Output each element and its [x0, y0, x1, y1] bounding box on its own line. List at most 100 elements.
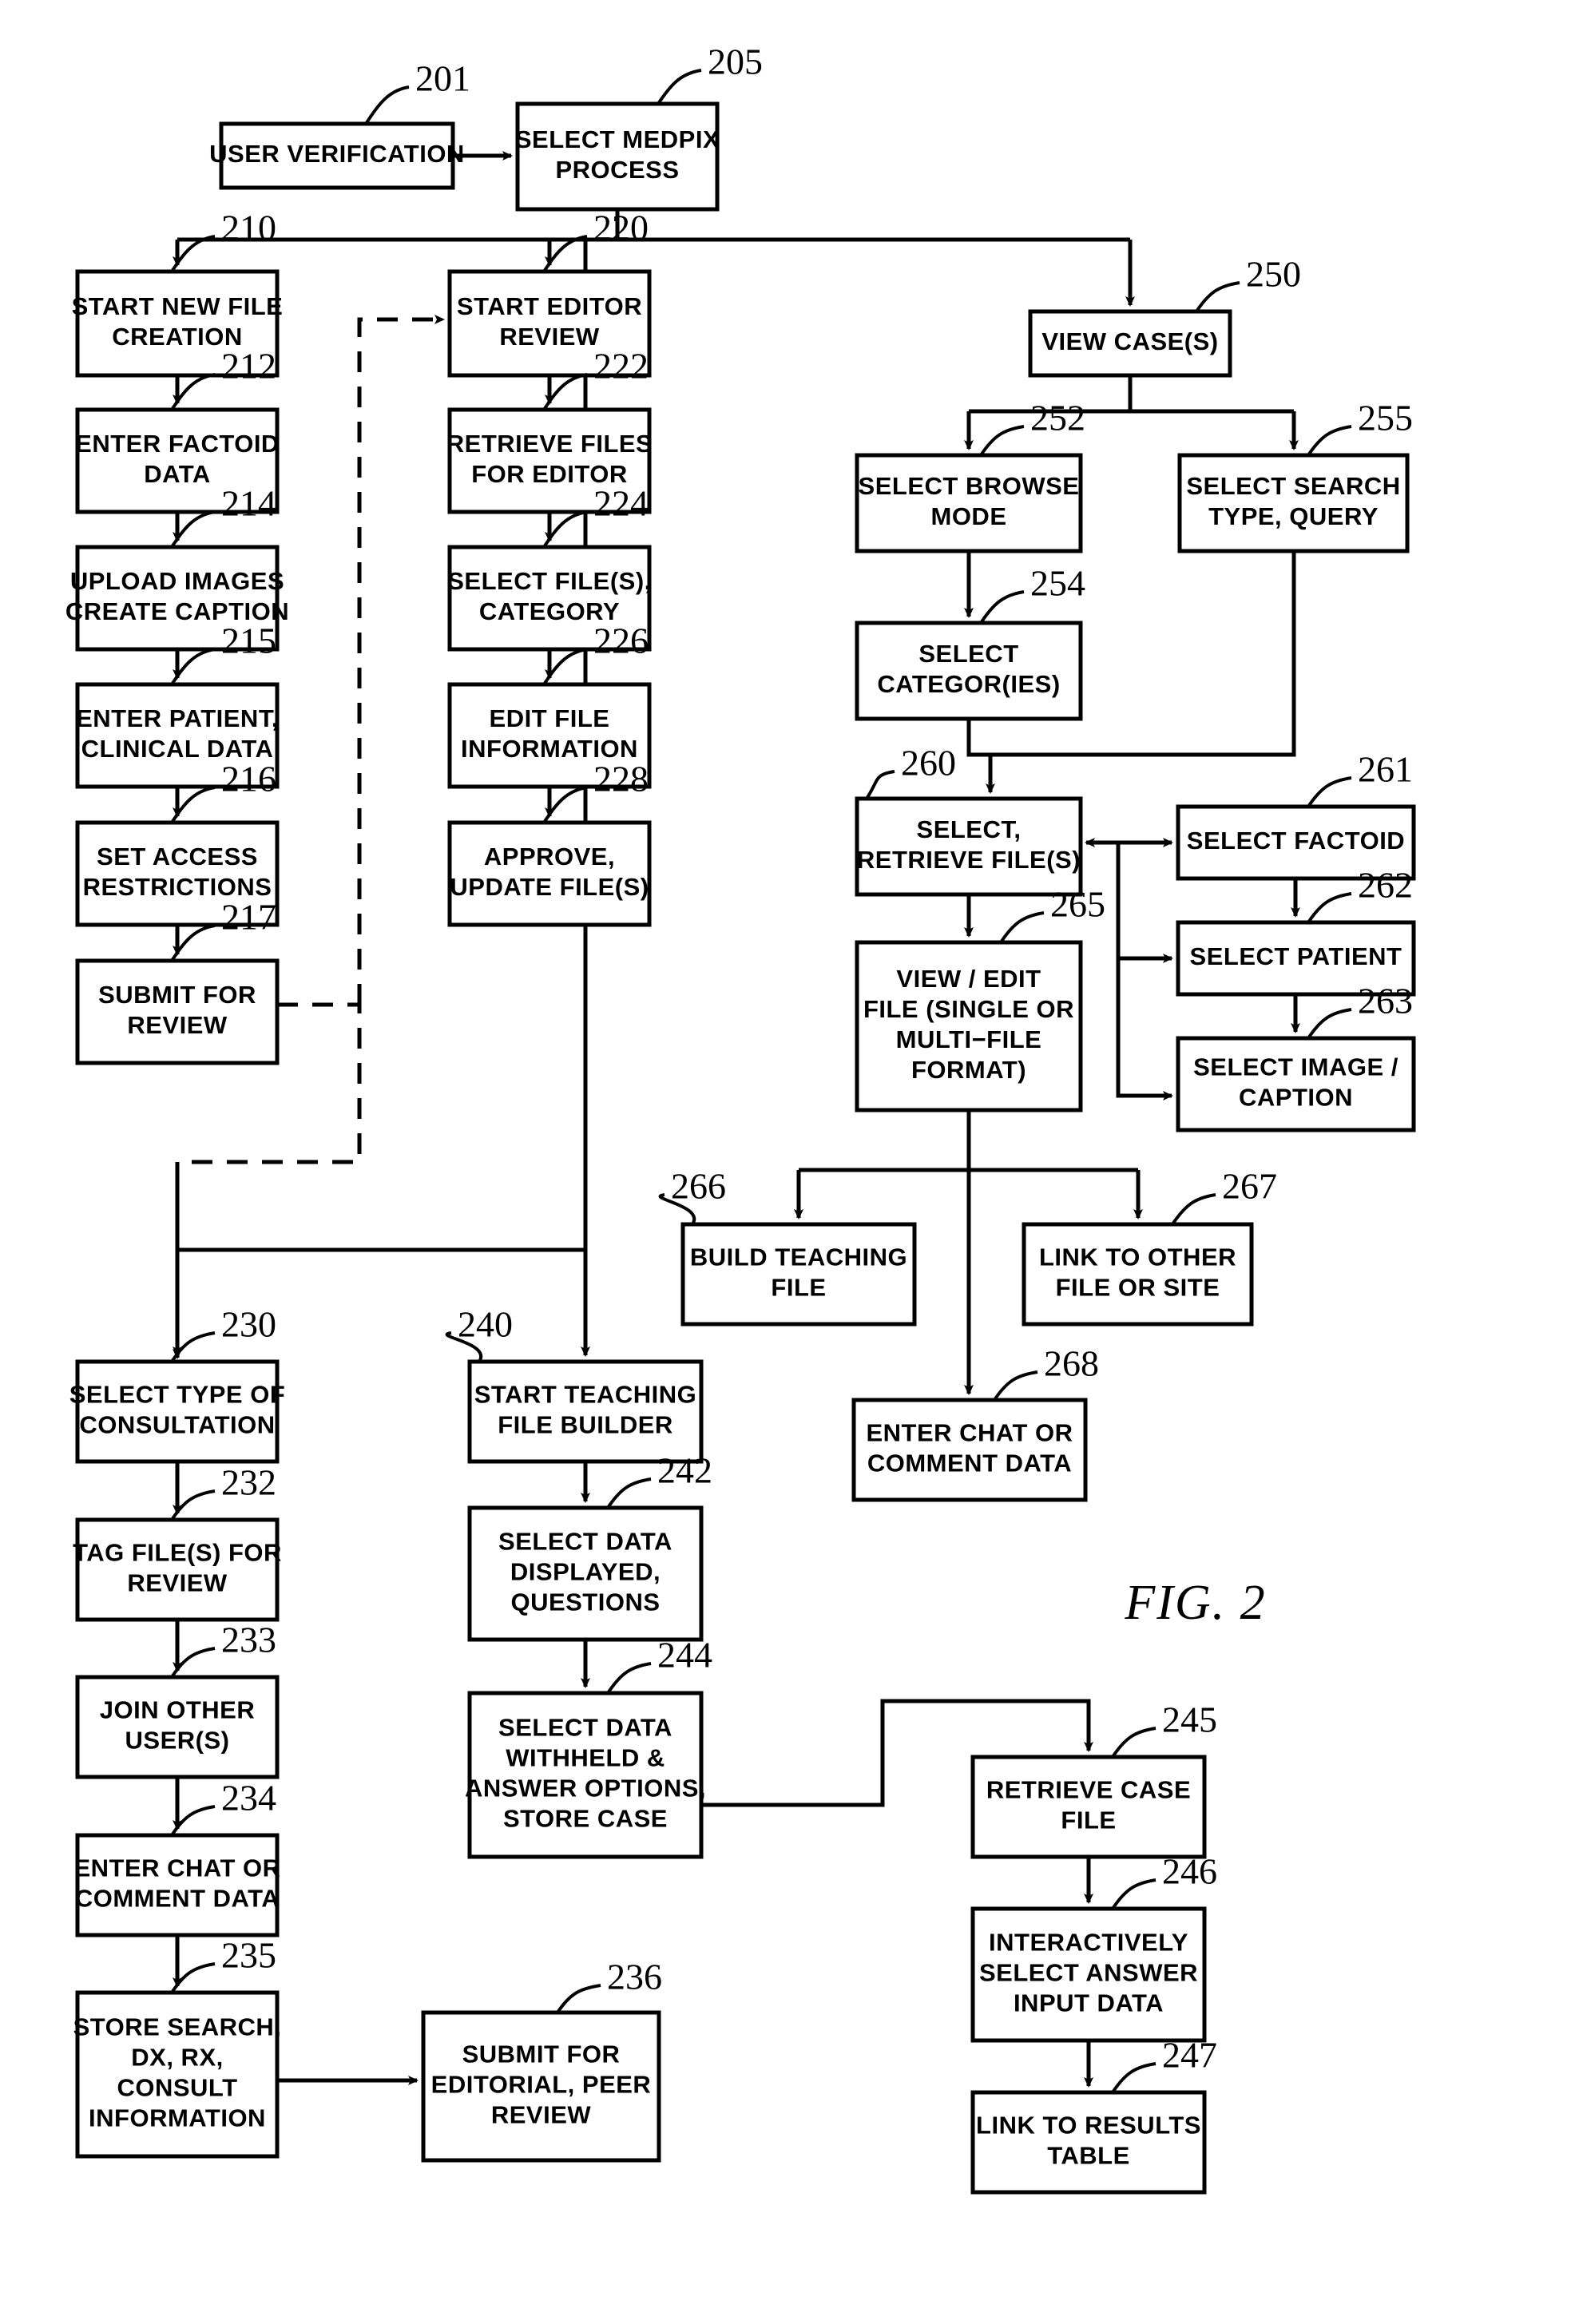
node-label-line: SELECT SEARCH — [1186, 472, 1400, 500]
reference-numeral-text: 236 — [607, 1957, 662, 1997]
reference-numeral-230: 230 — [170, 1304, 276, 1363]
reference-numeral-text: 215 — [221, 621, 276, 661]
reference-numeral-text: 217 — [221, 897, 276, 938]
reference-numeral-text: 230 — [221, 1304, 276, 1345]
node-label-line: APPROVE, — [484, 843, 615, 871]
flow-node-265[interactable]: VIEW / EDITFILE (SINGLE ORMULTI−FILE FORM… — [855, 940, 1083, 1112]
node-label-line: MULTI−FILE — [896, 1025, 1042, 1053]
flow-node-234[interactable]: ENTER CHAT OR COMMENT DATA — [73, 1833, 280, 1937]
flow-node-267[interactable]: LINK TO OTHER FILE OR SITE — [1022, 1222, 1254, 1327]
reference-numeral-text: 265 — [1050, 884, 1105, 925]
flow-node-245[interactable]: RETRIEVE CASEFILE — [970, 1755, 1207, 1859]
node-label-line: SELECT PATIENT — [1190, 942, 1402, 970]
flow-node-247[interactable]: LINK TO RESULTSTABLE — [970, 2090, 1207, 2195]
flow-node-244[interactable]: SELECT DATAWITHHELD & ANSWER OPTIONS, STOR… — [465, 1691, 706, 1859]
flow-node-235[interactable]: STORE SEARCH, DX, RX,CONSULTINFORMATION — [73, 1990, 282, 2159]
node-label-line: DISPLAYED, — [510, 1558, 661, 1586]
patent-figure-page: USER VERIFICATION SELECT MEDPIX PROCESS STA… — [0, 0, 1579, 2324]
node-label-line: FILE BUILDER — [498, 1411, 673, 1439]
flow-node-263[interactable]: SELECT IMAGE / CAPTION — [1176, 1036, 1416, 1132]
conn-260-262 — [1116, 843, 1173, 963]
node-label-line: TAG FILE(S) FOR — [73, 1539, 282, 1567]
reference-numeral-255: 255 — [1307, 398, 1413, 457]
reference-numeral-text: 220 — [593, 208, 649, 248]
figure-label: FIG. 2 — [1124, 1576, 1266, 1630]
flow-node-266[interactable]: BUILD TEACHING FILE — [680, 1222, 917, 1327]
node-label-line: USER(S) — [125, 1727, 230, 1755]
reference-numeral-201: 201 — [364, 58, 470, 125]
reference-numeral-text: 233 — [221, 1620, 276, 1660]
reference-leader-line — [1307, 1008, 1352, 1040]
reference-numeral-text: 267 — [1222, 1166, 1277, 1207]
reference-leader-line — [1195, 281, 1240, 313]
flow-node-255[interactable]: SELECT SEARCHTYPE, QUERY — [1177, 453, 1410, 553]
reference-numeral-text: 201 — [415, 58, 470, 99]
node-label-line: MODE — [931, 502, 1007, 530]
flow-node-260[interactable]: SELECT, RETRIEVE FILE(S) — [855, 796, 1083, 897]
reference-numeral-text: 240 — [458, 1304, 513, 1345]
reference-numeral-text: 252 — [1030, 398, 1085, 438]
flow-node-242[interactable]: SELECT DATADISPLAYED,QUESTIONS — [467, 1505, 704, 1642]
reference-numeral-244: 244 — [606, 1635, 712, 1695]
reference-numeral-text: 255 — [1358, 398, 1413, 438]
reference-numeral-205: 205 — [657, 42, 763, 105]
node-label-line: DX, RX, — [131, 2044, 223, 2072]
node-label-line: FILE OR SITE — [1056, 1274, 1220, 1302]
reference-numeral-240: 240 — [445, 1304, 513, 1363]
node-label-line: RETRIEVE FILES — [446, 430, 653, 458]
node-label-line: SELECT, — [917, 815, 1022, 843]
reference-numeral-text: 260 — [901, 743, 956, 783]
reference-leader-line — [979, 425, 1025, 457]
flow-node-230[interactable]: SELECT TYPE OFCONSULTATION — [69, 1359, 286, 1464]
flow-node-205[interactable]: SELECT MEDPIX PROCESS — [515, 101, 720, 212]
reference-numeral-text: 222 — [593, 346, 649, 387]
reference-numeral-text: 246 — [1162, 1851, 1217, 1892]
reference-numeral-268: 268 — [993, 1343, 1099, 1402]
node-label-line: INTERACTIVELY — [989, 1929, 1188, 1957]
node-label-line: FILE (SINGLE OR — [863, 995, 1074, 1023]
flow-node-240[interactable]: START TEACHINGFILE BUILDER — [467, 1359, 704, 1464]
node-label-line: STORE SEARCH, — [73, 2013, 282, 2041]
flow-node-232[interactable]: TAG FILE(S) FORREVIEW — [73, 1517, 282, 1622]
node-label-line: USER VERIFICATION — [209, 140, 465, 168]
reference-numeral-260: 260 — [865, 743, 956, 800]
node-label-line: EDIT FILE — [490, 704, 610, 732]
node-label-line: UPLOAD IMAGES — [70, 567, 284, 595]
reference-numeral-text: 235 — [221, 1935, 276, 1976]
node-label-line: FILE — [1061, 1806, 1116, 1834]
flow-node-252[interactable]: SELECT BROWSEMODE — [855, 453, 1083, 553]
reference-numeral-266: 266 — [658, 1166, 726, 1226]
reference-leader-line — [1171, 1193, 1216, 1226]
flow-node-254[interactable]: SELECTCATEGOR(IES) — [855, 621, 1083, 721]
node-label-line: REVIEW — [499, 323, 600, 351]
flow-node-217[interactable]: SUBMIT FORREVIEW — [75, 958, 280, 1065]
flow-node-246[interactable]: INTERACTIVELYSELECT ANSWERINPUT DATA — [970, 1906, 1207, 2043]
flowchart-canvas: USER VERIFICATION SELECT MEDPIX PROCESS STA… — [65, 42, 1416, 2195]
node-label-line: START EDITOR — [457, 292, 642, 320]
node-label-line: ENTER CHAT OR — [73, 1854, 280, 1882]
reference-numeral-254: 254 — [979, 563, 1085, 625]
node-label-line: RETRIEVE FILE(S) — [857, 846, 1081, 874]
flow-node-236[interactable]: SUBMIT FOR EDITORIAL, PEERREVIEW — [421, 2010, 661, 2163]
flow-node-250[interactable]: VIEW CASE(S) — [1028, 309, 1232, 378]
reference-numeral-text: 224 — [593, 483, 649, 524]
node-label-line: COMMENT DATA — [867, 1450, 1072, 1477]
node-label-line: TYPE, QUERY — [1208, 502, 1379, 530]
node-label-line: CONSULTATION — [79, 1411, 275, 1439]
flow-node-228[interactable]: APPROVE,UPDATE FILE(S) — [447, 820, 652, 927]
reference-numeral-text: 216 — [221, 759, 276, 799]
reference-numeral-236: 236 — [556, 1957, 662, 2014]
reference-numeral-247: 247 — [1111, 2035, 1217, 2094]
node-label-line: SELECT — [918, 640, 1018, 668]
flow-node-201[interactable]: USER VERIFICATION — [209, 121, 465, 190]
node-label-line: SELECT DATA — [498, 1528, 672, 1556]
flow-node-233[interactable]: JOIN OTHER USER(S) — [75, 1675, 280, 1779]
node-label-line: BUILD TEACHING — [690, 1243, 907, 1271]
node-label-line: FILE — [771, 1274, 826, 1302]
reference-numeral-text: 254 — [1030, 563, 1085, 604]
node-label-line: SELECT TYPE OF — [69, 1381, 286, 1409]
node-label-line: RETRIEVE CASE — [986, 1776, 1191, 1804]
node-label-line: START NEW FILE — [72, 292, 284, 320]
reference-numeral-text: 244 — [657, 1635, 712, 1676]
flow-node-268[interactable]: ENTER CHAT OR COMMENT DATA — [851, 1398, 1088, 1502]
